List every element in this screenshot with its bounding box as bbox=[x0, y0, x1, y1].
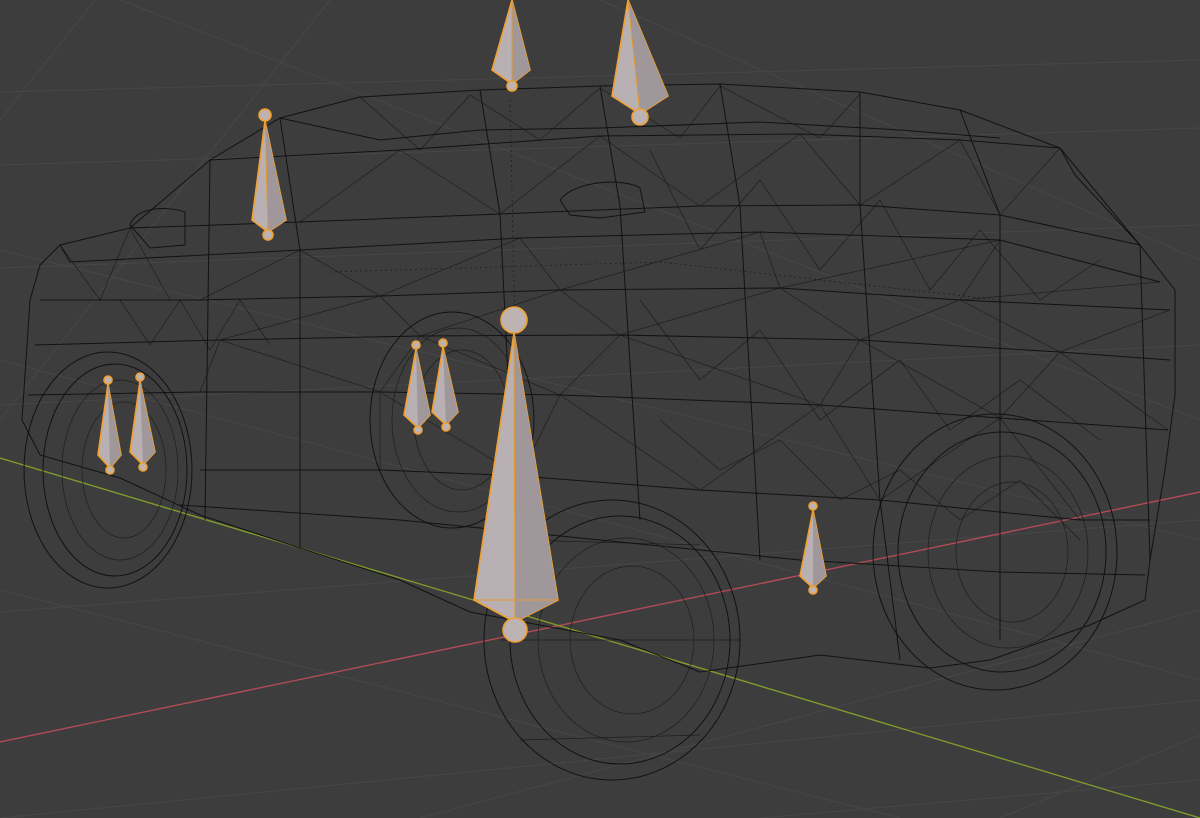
bone-far-wheel-b[interactable] bbox=[431, 338, 459, 432]
bone-rear-wheel-a[interactable] bbox=[97, 375, 122, 475]
bone-rear-upper[interactable] bbox=[251, 108, 287, 241]
y-axis-line bbox=[0, 457, 1200, 818]
bone-far-wheel-a[interactable] bbox=[403, 340, 431, 435]
3d-viewport[interactable] bbox=[0, 0, 1200, 818]
bone-front-right-wheel[interactable] bbox=[799, 501, 827, 595]
bone-roof-right[interactable] bbox=[611, 0, 669, 126]
x-axis-line bbox=[0, 491, 1200, 743]
armature[interactable] bbox=[97, 0, 827, 643]
bone-rear-wheel-b[interactable] bbox=[129, 372, 156, 472]
viewport-canvas[interactable] bbox=[0, 0, 1200, 818]
bone-roof-center[interactable] bbox=[491, 0, 531, 92]
car-wireframe-mesh[interactable] bbox=[21, 83, 1176, 781]
